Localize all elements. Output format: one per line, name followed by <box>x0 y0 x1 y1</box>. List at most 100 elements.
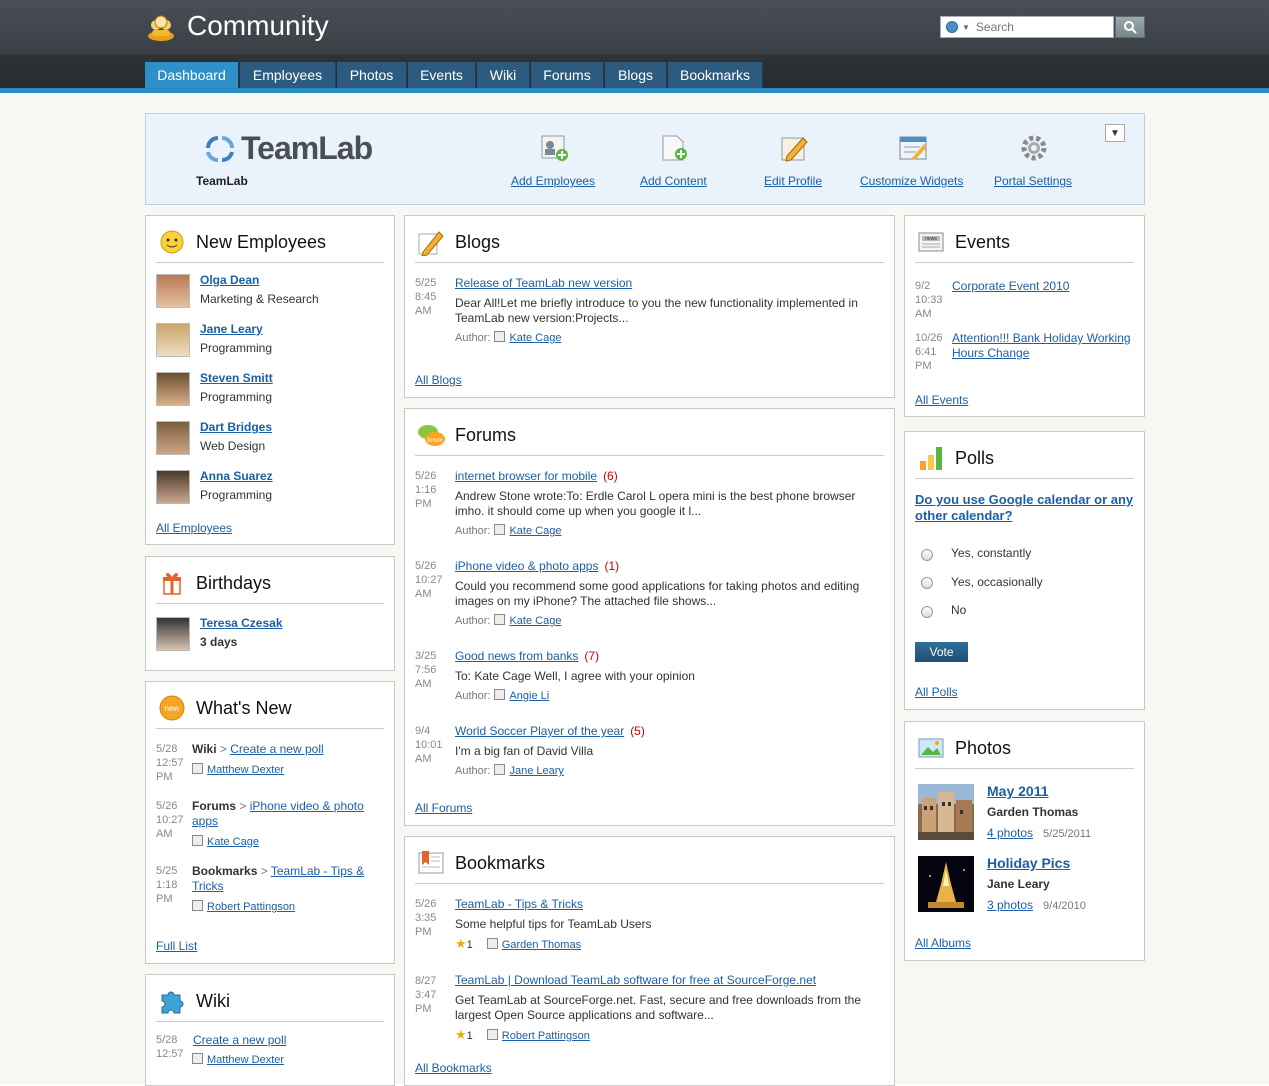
user-icon <box>192 900 203 911</box>
whats-new-entry: Forums > iPhone video & photo apps <box>192 799 364 828</box>
user-icon <box>192 1053 203 1064</box>
employee-name-link[interactable]: Dart Bridges <box>200 420 272 434</box>
add-employees-link[interactable]: Add Employees <box>511 174 595 188</box>
author-link[interactable]: Kate Cage <box>509 615 561 627</box>
employee-name-link[interactable]: Anna Suarez <box>200 469 273 483</box>
author-link[interactable]: Jane Leary <box>509 765 563 777</box>
event-link[interactable]: Attention!!! Bank Holiday Working Hours … <box>952 331 1137 361</box>
forum-topic-link[interactable]: Good news from banks <box>455 649 578 663</box>
poll-option-radio[interactable] <box>921 549 933 561</box>
globe-icon[interactable] <box>946 21 958 33</box>
poll-option-radio[interactable] <box>921 577 933 589</box>
avatar[interactable] <box>156 323 190 357</box>
all-forums-link[interactable]: All Forums <box>415 801 472 815</box>
avatar[interactable] <box>156 421 190 455</box>
portal-settings-link[interactable]: Portal Settings <box>994 174 1072 188</box>
add-content-link[interactable]: Add Content <box>640 174 707 188</box>
album-thumbnail[interactable] <box>918 784 974 840</box>
poll-option-radio[interactable] <box>921 606 933 618</box>
forum-topic-link[interactable]: internet browser for mobile <box>455 469 597 483</box>
forum-excerpt: To: Kate Cage Well, I agree with your op… <box>455 669 695 683</box>
add-employees-icon[interactable] <box>538 134 570 162</box>
avatar[interactable] <box>156 617 190 651</box>
bookmark-link[interactable]: TeamLab | Download TeamLab software for … <box>455 973 816 987</box>
tab-dashboard[interactable]: Dashboard <box>145 62 239 88</box>
employee-dept: Web Design <box>200 439 266 453</box>
avatar[interactable] <box>156 372 190 406</box>
avatar[interactable] <box>156 274 190 308</box>
author-link[interactable]: Matthew Dexter <box>207 764 284 776</box>
tab-events[interactable]: Events <box>408 62 476 88</box>
album-count-link[interactable]: 4 photos <box>987 826 1033 840</box>
chevron-down-icon[interactable]: ▼ <box>962 23 970 32</box>
all-blogs-link[interactable]: All Blogs <box>415 373 462 387</box>
wiki-page-link[interactable]: Create a new poll <box>193 1033 286 1047</box>
edit-profile-link[interactable]: Edit Profile <box>764 174 822 188</box>
search-box[interactable]: ▼ <box>940 16 1114 38</box>
forum-topic-link[interactable]: iPhone video & photo apps <box>455 559 598 573</box>
event-link[interactable]: Corporate Event 2010 <box>952 279 1069 293</box>
vote-button[interactable]: Vote <box>915 642 968 662</box>
avatar[interactable] <box>156 470 190 504</box>
item-date: 3/25 7:56 AM <box>415 650 437 690</box>
forum-topic-link[interactable]: World Soccer Player of the year <box>455 724 624 738</box>
album-owner: Garden Thomas <box>987 805 1079 819</box>
tab-forums[interactable]: Forums <box>531 62 604 88</box>
all-bookmarks-link[interactable]: All Bookmarks <box>415 1061 492 1075</box>
tab-blogs[interactable]: Blogs <box>605 62 667 88</box>
search-input[interactable] <box>975 20 1106 34</box>
employee-name-link[interactable]: Olga Dean <box>200 273 259 287</box>
author-link[interactable]: Robert Pattingson <box>502 1030 590 1042</box>
album-name-link[interactable]: Holiday Pics <box>987 855 1070 871</box>
star-icon[interactable]: ★ <box>455 1027 467 1042</box>
full-list-link[interactable]: Full List <box>156 939 197 953</box>
employee-name-link[interactable]: Steven Smitt <box>200 371 273 385</box>
whats-new-link[interactable]: Create a new poll <box>230 742 323 756</box>
album-meta: 4 photos 5/25/2011 <box>987 826 1092 840</box>
whats-new-entry: Bookmarks > TeamLab - Tips & Tricks <box>192 864 365 893</box>
birthday-person-link[interactable]: Teresa Czesak <box>200 616 283 630</box>
album-thumbnail[interactable] <box>918 856 974 912</box>
customize-widgets-icon[interactable] <box>898 134 930 162</box>
add-content-icon[interactable] <box>659 134 691 162</box>
all-events-link[interactable]: All Events <box>915 393 968 407</box>
divider <box>415 455 884 456</box>
star-icon[interactable]: ★ <box>455 936 467 951</box>
author-line: Robert Pattingson <box>192 900 295 913</box>
bookmark-meta: ★1 Robert Pattingson <box>455 1027 590 1042</box>
author-link[interactable]: Kate Cage <box>509 525 561 537</box>
search-button[interactable] <box>1115 16 1145 38</box>
poll-question-link[interactable]: Do you use Google calendar or any other … <box>915 492 1137 524</box>
author-link[interactable]: Kate Cage <box>509 332 561 344</box>
tab-bookmarks[interactable]: Bookmarks <box>668 62 763 88</box>
author-link[interactable]: Garden Thomas <box>502 939 581 951</box>
all-polls-link[interactable]: All Polls <box>915 685 958 699</box>
widget-title: Events <box>955 232 1011 252</box>
user-icon <box>494 689 506 700</box>
tab-photos[interactable]: Photos <box>337 62 407 88</box>
reply-count: (7) <box>584 649 600 663</box>
author-link[interactable]: Robert Pattingson <box>207 901 295 913</box>
user-icon <box>494 764 506 775</box>
edit-profile-icon[interactable] <box>779 134 811 162</box>
album-count-link[interactable]: 3 photos <box>987 898 1033 912</box>
divider <box>156 262 384 263</box>
all-albums-link[interactable]: All Albums <box>915 936 971 950</box>
tab-wiki[interactable]: Wiki <box>477 62 530 88</box>
search-icon <box>1124 21 1137 34</box>
bookmark-link[interactable]: TeamLab - Tips & Tricks <box>455 897 583 911</box>
tab-employees[interactable]: Employees <box>240 62 336 88</box>
author-link[interactable]: Kate Cage <box>207 836 259 848</box>
album-name-link[interactable]: May 2011 <box>987 783 1049 799</box>
author-link[interactable]: Matthew Dexter <box>207 1054 284 1066</box>
author-link[interactable]: Angie Li <box>509 690 549 702</box>
gear-icon[interactable] <box>1020 134 1048 162</box>
chevron-down-icon: ▼ <box>1110 127 1120 139</box>
item-date: 5/28 12:57 <box>156 1034 184 1060</box>
all-employees-link[interactable]: All Employees <box>156 521 232 535</box>
customize-widgets-link[interactable]: Customize Widgets <box>860 174 963 188</box>
employee-name-link[interactable]: Jane Leary <box>200 322 263 336</box>
blog-post-link[interactable]: Release of TeamLab new version <box>455 276 632 290</box>
forums-widget: forum Forums 5/26 1:16 PM internet browser… <box>404 408 895 826</box>
banner-collapse-button[interactable]: ▼ <box>1105 124 1125 142</box>
